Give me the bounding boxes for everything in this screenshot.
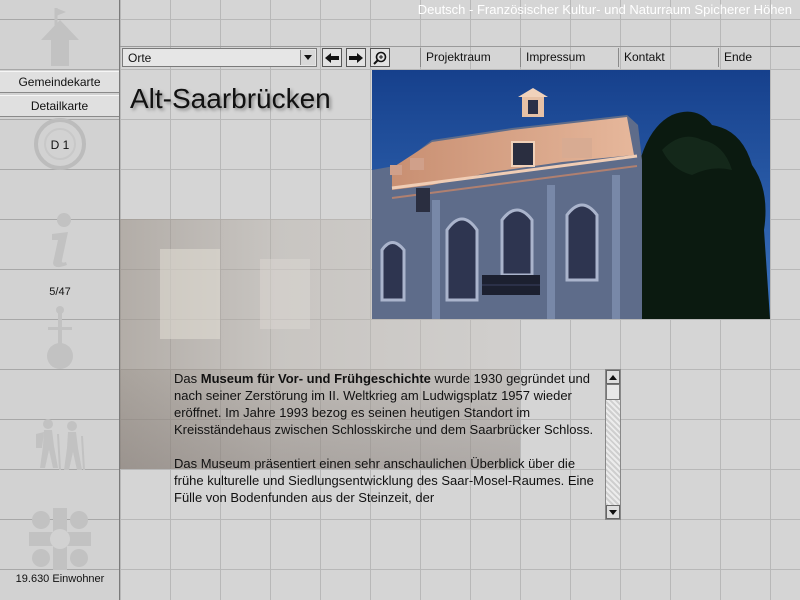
magnifier-icon <box>373 51 387 65</box>
info-icon <box>0 212 120 270</box>
dropdown-value: Orte <box>128 51 152 65</box>
chevron-down-icon[interactable] <box>300 50 315 65</box>
population-label: 19.630 Einwohner <box>15 573 105 585</box>
text-scrollbar[interactable] <box>605 369 621 520</box>
nav-kontakt[interactable]: Kontakt <box>618 48 665 67</box>
museum-photo <box>372 70 770 319</box>
back-button[interactable] <box>322 48 342 67</box>
zoom-button[interactable] <box>370 48 390 67</box>
scroll-thumb[interactable] <box>606 384 620 400</box>
chevron-up-icon <box>609 374 617 380</box>
arrow-right-icon <box>349 52 363 63</box>
paragraph-1: Das Museum für Vor- und Frühgeschichte w… <box>174 371 594 437</box>
page-counter: 5/47 <box>49 286 71 298</box>
arrow-left-icon <box>325 52 339 63</box>
nav-ende[interactable]: Ende <box>718 48 752 67</box>
scroll-down-button[interactable] <box>606 505 620 519</box>
hikers-icon <box>0 418 120 472</box>
map-pin-icon <box>0 305 120 371</box>
sidebar: Gemeindekarte Detailkarte D 1 5/47 19.63… <box>0 0 120 600</box>
forward-button[interactable] <box>346 48 366 67</box>
scroll-up-button[interactable] <box>606 370 620 384</box>
nav-projektraum[interactable]: Projektraum <box>420 48 491 67</box>
description-text: Das Museum für Vor- und Frühgeschichte w… <box>174 370 600 520</box>
toolbar-divider <box>120 46 800 47</box>
museum-name[interactable]: Museum für Vor- und Frühgeschichte <box>201 371 431 386</box>
location-dropdown[interactable]: Orte <box>122 48 317 67</box>
gemeindekarte-button[interactable]: Gemeindekarte <box>0 71 119 93</box>
detailkarte-button[interactable]: Detailkarte <box>0 95 119 117</box>
map-code: D 1 <box>50 138 70 152</box>
page-title: Alt-Saarbrücken <box>130 83 331 114</box>
up-arrow-icon <box>0 4 120 68</box>
chevron-down-icon <box>609 509 617 515</box>
paragraph-2: Das Museum präsentiert einen sehr anscha… <box>174 456 594 505</box>
nav-impressum[interactable]: Impressum <box>520 48 585 67</box>
site-title: Deutsch - Französischer Kultur- und Natu… <box>417 2 792 17</box>
coat-of-arms-icon <box>0 506 120 572</box>
